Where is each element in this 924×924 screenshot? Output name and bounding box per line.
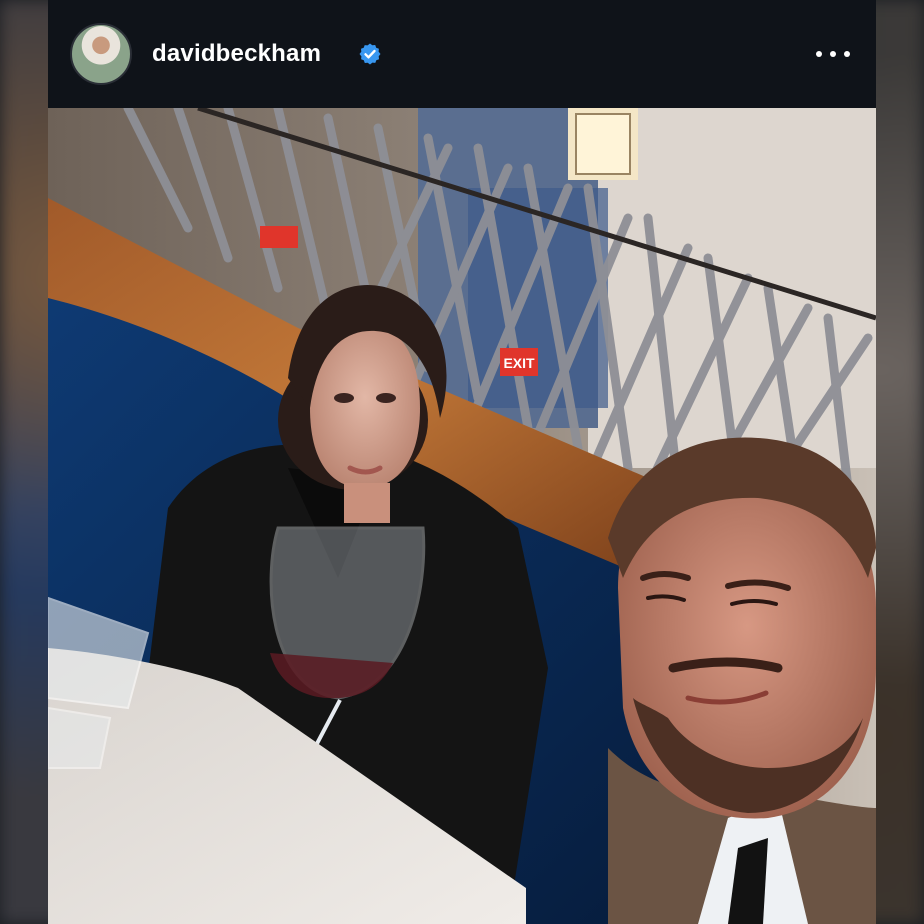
instagram-post: davidbeckham EXIT <box>48 0 876 924</box>
username[interactable]: davidbeckham <box>152 40 321 68</box>
more-options-icon[interactable] <box>816 40 850 68</box>
exit-sign: EXIT <box>503 355 535 371</box>
dot <box>816 51 822 57</box>
screen: davidbeckham EXIT <box>0 0 924 924</box>
profile-avatar[interactable] <box>70 23 132 85</box>
dot <box>844 51 850 57</box>
dot <box>830 51 836 57</box>
photo-illustration: EXIT <box>48 108 876 924</box>
post-photo[interactable]: EXIT <box>48 108 876 924</box>
verified-badge-icon <box>359 43 381 65</box>
post-header: davidbeckham <box>48 0 876 108</box>
